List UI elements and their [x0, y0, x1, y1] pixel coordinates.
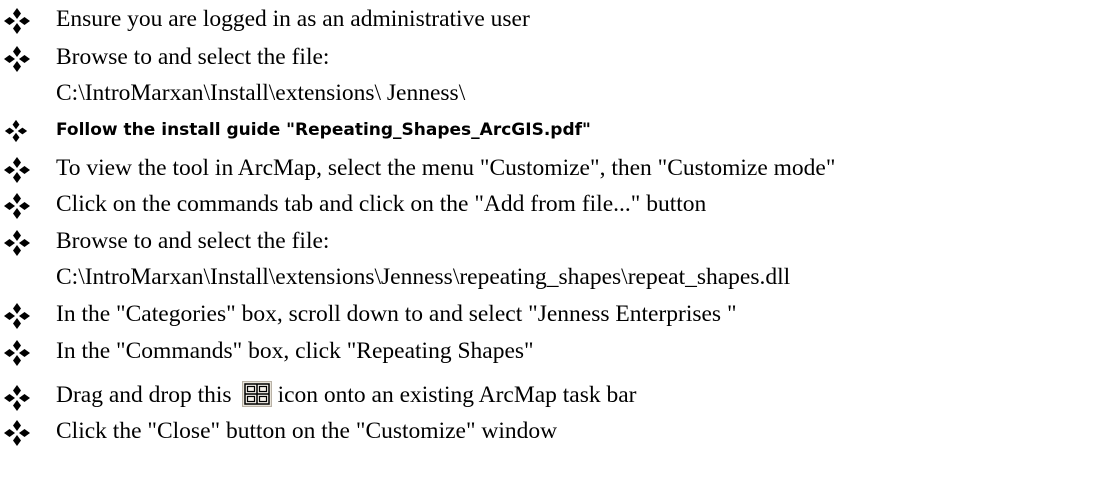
item-text: Browse to and select the file:	[56, 44, 330, 70]
item-text: Click the "Close" button on the "Customi…	[56, 418, 558, 444]
four-diamond-bullet-icon	[3, 45, 31, 73]
four-diamond-bullet-icon	[4, 119, 28, 143]
item-text-before: Drag and drop this	[56, 382, 232, 408]
four-diamond-bullet-icon	[3, 7, 31, 35]
four-diamond-bullet-icon	[3, 192, 31, 220]
item-text: Follow the install guide "Repeating_Shap…	[56, 120, 591, 140]
four-diamond-bullet-icon	[3, 302, 31, 330]
item-text: In the "Categories" box, scroll down to …	[56, 301, 737, 327]
item-text-after: icon onto an existing ArcMap task bar	[277, 382, 637, 408]
file-path: C:\IntroMarxan\Install\extensions\ Jenne…	[56, 80, 466, 106]
file-path: C:\IntroMarxan\Install\extensions\Jennes…	[56, 264, 791, 290]
four-diamond-bullet-icon	[3, 419, 31, 447]
item-text: Browse to and select the file:	[56, 228, 330, 254]
item-text: To view the tool in ArcMap, select the m…	[56, 155, 836, 181]
instruction-list: Ensure you are logged in as an administr…	[0, 0, 1120, 491]
item-text: Click on the commands tab and click on t…	[56, 191, 707, 217]
item-text: In the "Commands" box, click "Repeating …	[56, 338, 534, 364]
four-diamond-bullet-icon	[3, 339, 31, 367]
item-text: Ensure you are logged in as an administr…	[56, 6, 530, 32]
four-diamond-bullet-icon	[3, 156, 31, 184]
repeating-shapes-grid-icon	[241, 381, 272, 407]
four-diamond-bullet-icon	[3, 384, 31, 412]
four-diamond-bullet-icon	[3, 229, 31, 257]
